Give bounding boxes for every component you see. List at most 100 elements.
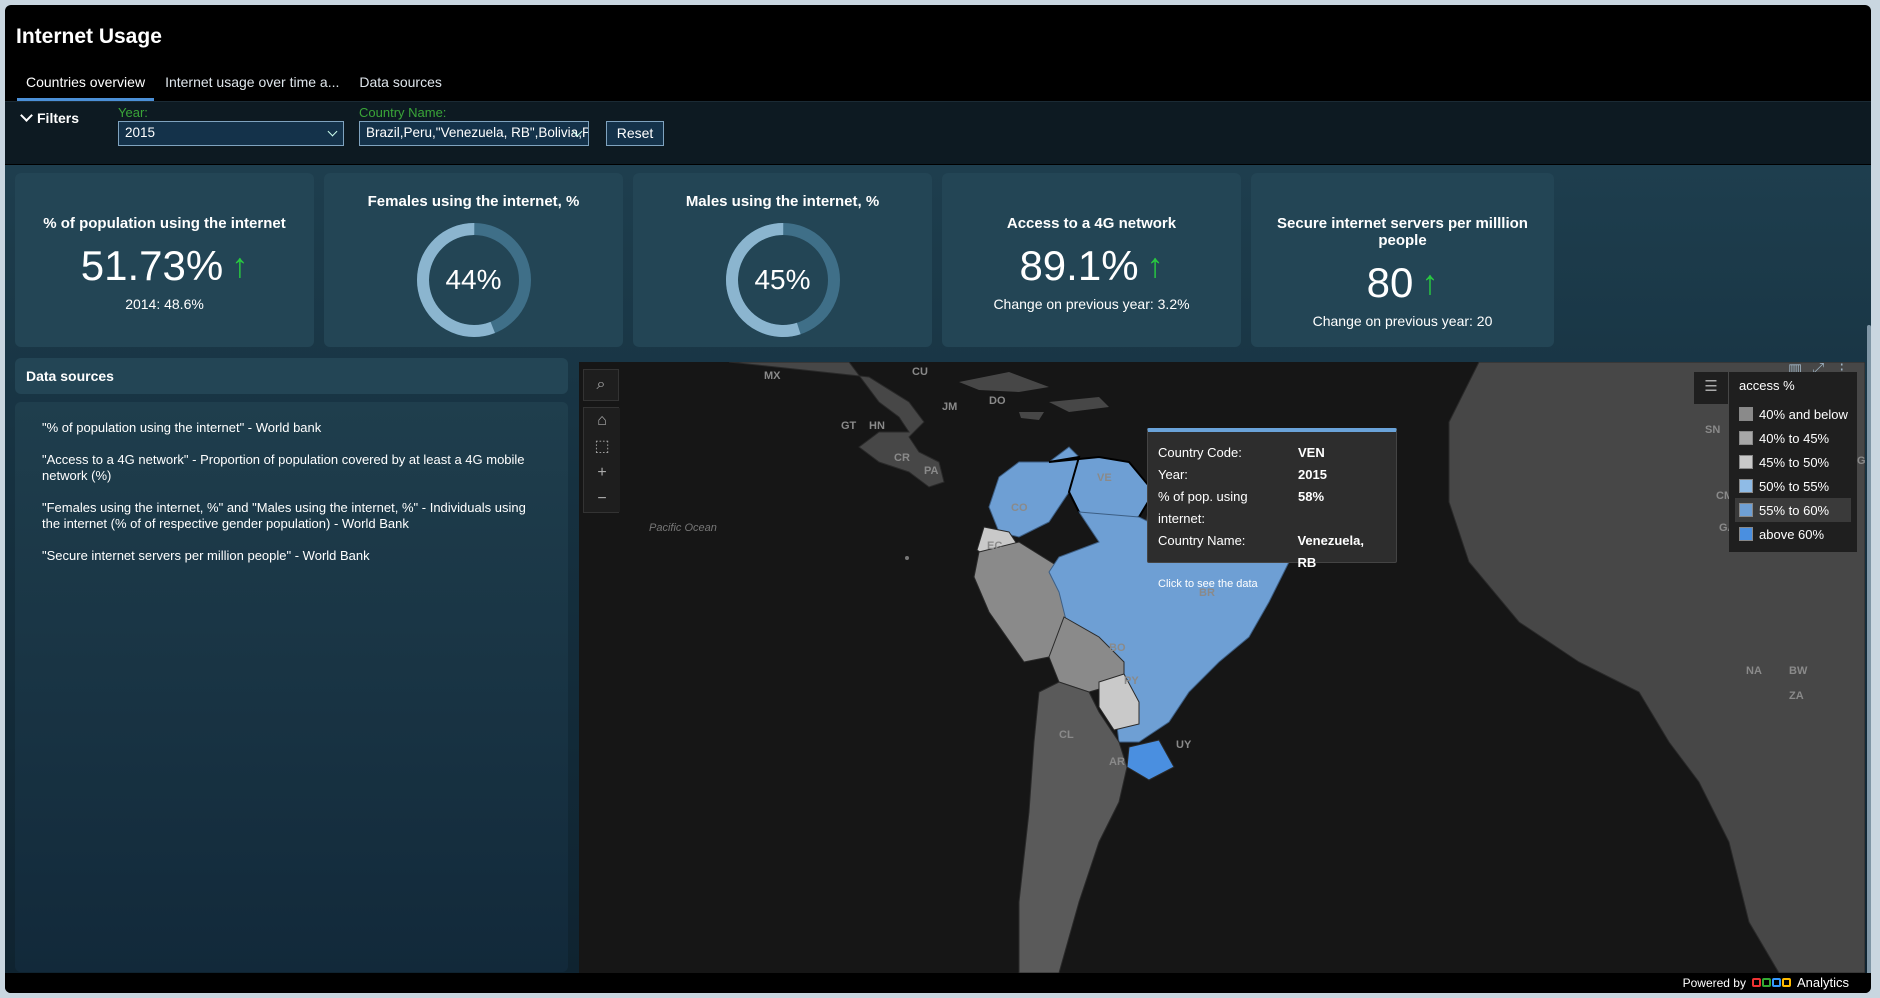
legend-item-selected[interactable]: 55% to 60% xyxy=(1735,498,1851,522)
kpi-sub: Change on previous year: 3.2% xyxy=(993,296,1190,312)
data-sources-header: Data sources xyxy=(15,358,568,394)
app-window: Internet Usage Countries overview Intern… xyxy=(5,5,1871,993)
legend-swatch xyxy=(1739,431,1753,445)
kpi-servers-card: Secure internet servers per milllion peo… xyxy=(1251,173,1554,347)
legend-item[interactable]: 40% to 45% xyxy=(1735,426,1851,450)
kpi-title: Access to a 4G network xyxy=(1006,215,1177,232)
legend-label: 40% and below xyxy=(1759,406,1848,422)
chevron-down-icon xyxy=(327,126,338,137)
data-source-item: "Secure internet servers per million peo… xyxy=(42,548,370,563)
kpi-value-row: 80 ↑ xyxy=(1251,259,1554,307)
legend-label: above 60% xyxy=(1759,526,1825,542)
dashboard-content: % of population using the internet 51.73… xyxy=(5,165,1871,993)
country-label-do: DO xyxy=(989,395,1006,407)
country-label-hn: HN xyxy=(869,420,885,432)
legend-toggle-icon[interactable]: ☰ xyxy=(1694,372,1728,404)
page-scrollbar[interactable] xyxy=(1867,325,1871,993)
country-label-ar: AR xyxy=(1109,756,1125,768)
arrow-up-icon: ↑ xyxy=(1146,246,1164,285)
country-label-cl: CL xyxy=(1059,729,1074,741)
country-label: Country Name: xyxy=(359,105,447,120)
reset-button[interactable]: Reset xyxy=(606,121,664,146)
country-label-na: NA xyxy=(1746,665,1762,677)
country-label-sn: SN xyxy=(1705,424,1721,436)
tooltip-row: % of pop. using internet: 58% xyxy=(1158,486,1386,530)
legend-item[interactable]: above 60% xyxy=(1735,522,1851,546)
select-region-icon[interactable]: ⬚ xyxy=(584,434,620,460)
data-sources-panel: "% of population using the internet" - W… xyxy=(15,402,568,972)
tooltip-key: Country Name: xyxy=(1158,533,1246,548)
country-label-pa: PA xyxy=(924,465,939,477)
tooltip-value: 2015 xyxy=(1298,467,1327,482)
kpi-value-row: 89.1% ↑ xyxy=(942,242,1241,290)
tab-countries-overview[interactable]: Countries overview xyxy=(17,70,155,101)
kpi-value: 89.1% xyxy=(1019,242,1139,289)
ocean-label: Pacific Ocean xyxy=(649,522,717,534)
home-icon[interactable]: ⌂ xyxy=(584,408,620,434)
year-label: Year: xyxy=(118,105,148,120)
country-label-cu: CU xyxy=(912,366,928,378)
zoom-in-icon[interactable]: + xyxy=(584,460,620,486)
kpi-value: 51.73% xyxy=(80,242,224,289)
map-tooltip: Country Code: VEN Year: 2015 % of pop. usi… xyxy=(1147,428,1397,590)
data-source-item: "Access to a 4G network" - Proportion of… xyxy=(42,452,525,483)
kpi-title: Females using the internet, % xyxy=(367,193,580,210)
tooltip-key: Country Code: xyxy=(1158,445,1242,460)
legend-label: 40% to 45% xyxy=(1759,430,1830,446)
country-label-ec: EC xyxy=(987,540,1003,552)
country-label-gt: GT xyxy=(841,420,857,432)
tooltip-note: Click to see the data xyxy=(1158,578,1258,590)
map-nav-group: ⌂ ⬚ + − xyxy=(583,407,620,513)
legend-label: 50% to 55% xyxy=(1759,478,1830,494)
tab-data-sources[interactable]: Data sources xyxy=(350,70,450,101)
kpi-title: % of population using the internet xyxy=(43,215,286,232)
legend-title: access % xyxy=(1739,378,1795,393)
legend-item[interactable]: 45% to 50% xyxy=(1735,450,1851,474)
data-source-item: "% of population using the internet" - W… xyxy=(42,420,322,435)
footer: Powered by Analytics xyxy=(5,973,1871,993)
country-label-uy: UY xyxy=(1176,739,1192,751)
country-label-bw: BW xyxy=(1789,665,1808,677)
tooltip-value: Venezuela, RB xyxy=(1297,533,1364,570)
chevron-down-icon xyxy=(20,109,33,122)
kpi-title: Secure internet servers per milllion peo… xyxy=(1277,215,1528,249)
kpi-sub: Change on previous year: 20 xyxy=(1312,313,1493,329)
country-label-ve: VE xyxy=(1097,472,1112,484)
females-donut: 44% xyxy=(416,222,532,338)
country-label-co: CO xyxy=(1011,502,1028,514)
filters-label: Filters xyxy=(37,110,80,126)
legend-swatch xyxy=(1739,503,1753,517)
powered-by-label: Powered by xyxy=(1682,975,1746,990)
data-source-item: "Females using the internet, %" and "Mal… xyxy=(42,500,526,531)
filters-toggle[interactable]: Filters xyxy=(20,109,80,126)
year-select[interactable]: 2015 xyxy=(118,121,344,146)
powered-by: Powered by Analytics xyxy=(1683,975,1849,990)
kpi-title: Males using the internet, % xyxy=(685,193,880,210)
kpi-4g-card: Access to a 4G network 89.1% ↑ Change on… xyxy=(942,173,1241,347)
tooltip-value: VEN xyxy=(1298,445,1325,460)
tooltip-key: Year: xyxy=(1158,467,1188,482)
map-legend: access % 40% and below 40% to 45% 45% to… xyxy=(1729,372,1857,552)
kpi-value-row: 51.73% ↑ xyxy=(15,242,314,290)
legend-label: 55% to 60% xyxy=(1759,502,1830,518)
legend-item[interactable]: 40% and below xyxy=(1735,402,1851,426)
zoom-out-icon[interactable]: − xyxy=(584,486,620,512)
legend-swatch xyxy=(1739,455,1753,469)
legend-item[interactable]: 50% to 55% xyxy=(1735,474,1851,498)
kpi-females-card: Females using the internet, % 44% xyxy=(324,173,623,347)
tooltip-key: % of pop. using internet: xyxy=(1158,489,1248,526)
tab-bar: Countries overview Internet usage over t… xyxy=(17,70,453,101)
country-select[interactable]: Brazil,Peru,"Venezuela, RB",Bolivia,Par.… xyxy=(359,121,589,146)
country-label-cr: CR xyxy=(894,452,910,464)
country-label-py: PY xyxy=(1124,675,1139,687)
legend-swatch xyxy=(1739,527,1753,541)
search-icon[interactable]: ⌕ xyxy=(583,369,619,401)
kpi-males-card: Males using the internet, % 45% xyxy=(633,173,932,347)
arrow-up-icon: ↑ xyxy=(1421,263,1439,302)
tooltip-row: Country Code: VEN xyxy=(1158,442,1386,464)
country-label-pe: PE xyxy=(1034,565,1049,577)
tooltip-value: 58% xyxy=(1298,489,1325,504)
tab-internet-usage-over-time[interactable]: Internet usage over time a... xyxy=(156,70,348,101)
males-donut: 45% xyxy=(725,222,841,338)
legend-swatch xyxy=(1739,407,1753,421)
